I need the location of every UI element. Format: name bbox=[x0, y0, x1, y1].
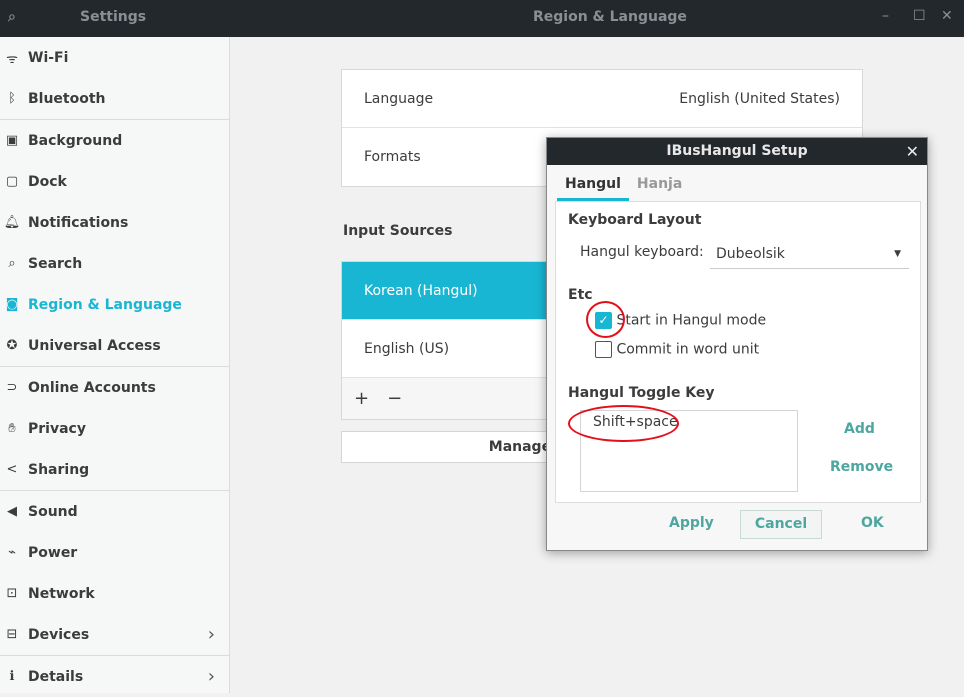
speaker-icon: ◀ bbox=[7, 504, 17, 519]
wifi-icon: ᯤ bbox=[6, 51, 18, 67]
page-title: Region & Language bbox=[533, 9, 687, 25]
language-label: Language bbox=[364, 90, 434, 107]
titlebar: ⌕ Settings Region & Language – ☐ ✕ bbox=[0, 0, 964, 37]
sidebar-item-label: Background bbox=[28, 132, 123, 149]
close-icon[interactable]: ✕ bbox=[906, 138, 919, 165]
sidebar-item-search[interactable]: ⌕ Search bbox=[0, 243, 229, 284]
sidebar-item-sound[interactable]: ◀ Sound bbox=[0, 491, 229, 532]
add-key-button[interactable]: Add bbox=[844, 421, 875, 437]
language-row[interactable]: Language English (United States) bbox=[342, 70, 862, 128]
tab-hanja[interactable]: Hanja bbox=[629, 174, 690, 201]
power-icon: ⌁ bbox=[8, 545, 16, 560]
devices-icon: ⊟ bbox=[6, 627, 18, 642]
sidebar-item-details[interactable]: ℹ Details › bbox=[0, 656, 229, 697]
sidebar-divider bbox=[0, 366, 229, 367]
commit-word-checkbox[interactable]: Commit in word unit bbox=[595, 341, 759, 358]
cancel-button[interactable]: Cancel bbox=[740, 510, 822, 539]
etc-heading: Etc bbox=[568, 287, 593, 303]
sidebar-item-label: Details bbox=[28, 668, 84, 685]
sidebar-item-dock[interactable]: ▢ Dock bbox=[0, 161, 229, 202]
sidebar-item-bluetooth[interactable]: ᛒ Bluetooth bbox=[0, 78, 229, 119]
online-accounts-icon: ⊃ bbox=[6, 380, 18, 395]
sidebar-item-label: Devices bbox=[28, 626, 90, 643]
input-source-label: Korean (Hangul) bbox=[364, 282, 478, 299]
search-icon: ⌕ bbox=[8, 256, 16, 271]
search-icon[interactable]: ⌕ bbox=[8, 9, 16, 25]
sidebar-item-label: Online Accounts bbox=[28, 379, 156, 396]
input-sources-heading: Input Sources bbox=[343, 223, 453, 239]
sidebar-item-background[interactable]: ▣ Background bbox=[0, 120, 229, 161]
maximize-button[interactable]: ☐ bbox=[913, 8, 926, 24]
language-value: English (United States) bbox=[679, 90, 840, 107]
sidebar-item-label: Search bbox=[28, 255, 83, 272]
annotation-circle-checkbox bbox=[586, 301, 625, 338]
hangul-panel: Keyboard Layout Hangul keyboard: Dubeols… bbox=[555, 201, 921, 503]
remove-key-button[interactable]: Remove bbox=[830, 459, 893, 475]
sidebar-item-sharing[interactable]: < Sharing bbox=[0, 449, 229, 490]
remove-input-source-button[interactable]: − bbox=[387, 388, 402, 409]
sidebar-item-label: Network bbox=[28, 585, 95, 602]
share-icon: < bbox=[6, 462, 18, 477]
dialog-titlebar: IBusHangul Setup ✕ bbox=[547, 138, 927, 165]
input-source-label: English (US) bbox=[364, 340, 450, 357]
sidebar-item-label: Privacy bbox=[28, 420, 86, 437]
region-icon: ◙ bbox=[5, 297, 19, 312]
sidebar-item-label: Wi-Fi bbox=[28, 49, 69, 66]
ok-button[interactable]: OK bbox=[861, 515, 884, 531]
apply-button[interactable]: Apply bbox=[669, 515, 714, 531]
sidebar-item-label: Sharing bbox=[28, 461, 90, 478]
sidebar-item-power[interactable]: ⌁ Power bbox=[0, 532, 229, 573]
minimize-button[interactable]: – bbox=[882, 8, 889, 24]
accessibility-icon: ✪ bbox=[6, 338, 18, 353]
network-icon: ⊡ bbox=[6, 586, 18, 601]
annotation-circle-toggle-key bbox=[568, 405, 679, 442]
sidebar-divider bbox=[0, 655, 229, 656]
ibus-hangul-setup-dialog: IBusHangul Setup ✕ Hangul Hanja Keyboard … bbox=[546, 137, 928, 551]
sidebar-item-privacy[interactable]: ✋︎ Privacy bbox=[0, 408, 229, 449]
sidebar-item-devices[interactable]: ⊟ Devices › bbox=[0, 614, 229, 655]
dialog-title: IBusHangul Setup bbox=[666, 143, 808, 159]
sidebar-item-network[interactable]: ⊡ Network bbox=[0, 573, 229, 614]
sidebar-item-label: Bluetooth bbox=[28, 90, 106, 107]
sidebar-item-region-language[interactable]: ◙ Region & Language bbox=[0, 284, 229, 325]
bluetooth-icon: ᛒ bbox=[8, 91, 16, 106]
sidebar-item-label: Region & Language bbox=[28, 296, 182, 313]
chevron-right-icon: › bbox=[207, 666, 215, 687]
hangul-keyboard-value: Dubeolsik bbox=[716, 246, 785, 262]
background-icon: ▣ bbox=[5, 133, 19, 148]
hand-icon: ✋︎ bbox=[8, 421, 16, 436]
sidebar-item-online-accounts[interactable]: ⊃ Online Accounts bbox=[0, 367, 229, 408]
keyboard-layout-heading: Keyboard Layout bbox=[568, 212, 702, 228]
dock-icon: ▢ bbox=[5, 174, 19, 189]
commit-word-label: Commit in word unit bbox=[616, 341, 760, 358]
dropdown-arrow-icon: ▼ bbox=[894, 249, 901, 259]
sidebar-item-notifications[interactable]: 🔔︎ Notifications bbox=[0, 202, 229, 243]
sidebar-item-label: Power bbox=[28, 544, 78, 561]
settings-title: Settings bbox=[80, 9, 147, 25]
sidebar: ᯤ Wi-Fi ᛒ Bluetooth ▣ Background ▢ Dock 🔔︎ Notifi… bbox=[0, 37, 230, 693]
sidebar-item-label: Dock bbox=[28, 173, 67, 190]
start-hangul-label: Start in Hangul mode bbox=[616, 312, 767, 329]
sidebar-item-label: Notifications bbox=[28, 214, 129, 231]
chevron-right-icon: › bbox=[207, 624, 215, 645]
hangul-keyboard-select[interactable]: Dubeolsik ▼ bbox=[710, 240, 909, 269]
sidebar-item-label: Universal Access bbox=[28, 337, 161, 354]
info-icon: ℹ bbox=[9, 669, 15, 684]
bell-icon: 🔔︎ bbox=[3, 215, 21, 230]
sidebar-divider bbox=[0, 119, 229, 120]
sidebar-item-label: Sound bbox=[28, 503, 78, 520]
sidebar-divider bbox=[0, 490, 229, 491]
checkbox-unchecked-icon[interactable] bbox=[595, 341, 612, 358]
tab-hangul[interactable]: Hangul bbox=[557, 174, 629, 201]
formats-label: Formats bbox=[364, 149, 421, 165]
toggle-key-heading: Hangul Toggle Key bbox=[568, 385, 715, 401]
sidebar-item-universal-access[interactable]: ✪ Universal Access bbox=[0, 325, 229, 366]
add-input-source-button[interactable]: + bbox=[354, 388, 369, 409]
close-button[interactable]: ✕ bbox=[941, 8, 953, 24]
sidebar-item-wi-fi[interactable]: ᯤ Wi-Fi bbox=[0, 37, 229, 78]
hangul-keyboard-label: Hangul keyboard: bbox=[580, 244, 704, 260]
